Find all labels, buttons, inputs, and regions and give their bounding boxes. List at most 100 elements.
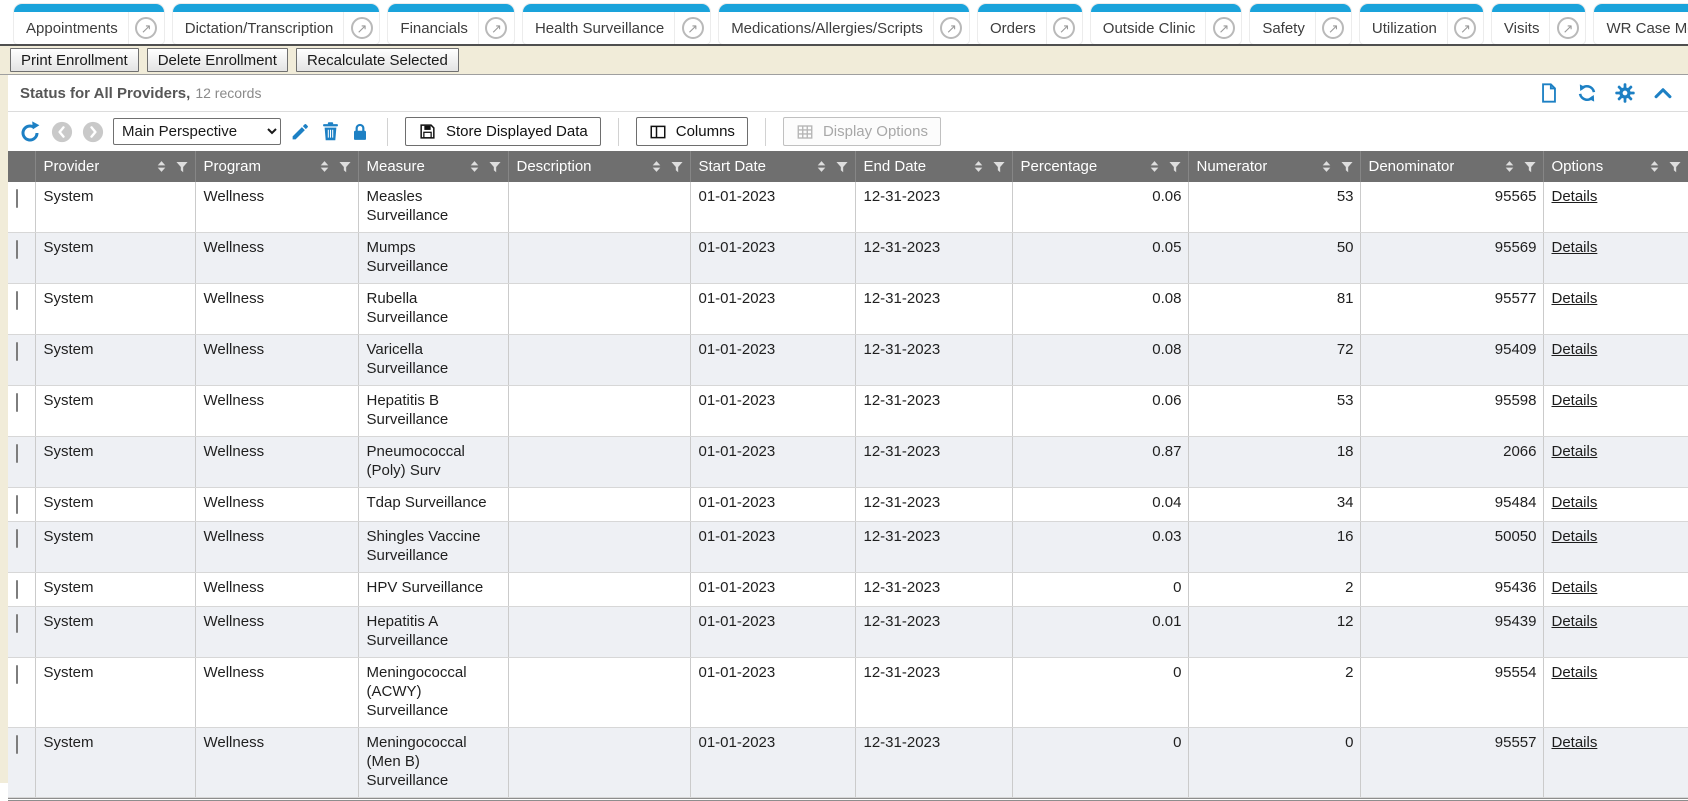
tab-label: Appointments	[14, 20, 128, 37]
filter-icon[interactable]	[338, 160, 352, 174]
sort-icon[interactable]	[1148, 160, 1161, 173]
column-header-percentage[interactable]: Percentage	[1012, 151, 1188, 182]
columns-button[interactable]: Columns	[636, 117, 748, 146]
tab-visits[interactable]: Visits ↗	[1492, 4, 1586, 44]
details-link[interactable]: Details	[1552, 290, 1598, 307]
sort-icon[interactable]	[1320, 160, 1333, 173]
column-header-start-date[interactable]: Start Date	[690, 151, 855, 182]
row-checkbox[interactable]	[16, 393, 18, 412]
sort-icon[interactable]	[1503, 160, 1516, 173]
sort-icon[interactable]	[650, 160, 663, 173]
edit-perspective-icon[interactable]	[290, 121, 311, 142]
column-header-numerator[interactable]: Numerator	[1188, 151, 1360, 182]
tab-safety[interactable]: Safety ↗	[1250, 4, 1351, 44]
store-displayed-data-button[interactable]: Store Displayed Data	[405, 117, 601, 146]
recalculate-selected-button[interactable]: Recalculate Selected	[296, 48, 459, 72]
tab-accent-strip	[1594, 4, 1688, 12]
denominator-cell: 95577	[1360, 284, 1543, 335]
sort-icon[interactable]	[1648, 160, 1661, 173]
provider-cell: System	[35, 437, 195, 488]
tab-utilization[interactable]: Utilization ↗	[1360, 4, 1483, 44]
column-header-options[interactable]: Options	[1543, 151, 1688, 182]
tab-outside-clinic[interactable]: Outside Clinic ↗	[1091, 4, 1242, 44]
tab-orders[interactable]: Orders ↗	[978, 4, 1082, 44]
filter-icon[interactable]	[1340, 160, 1354, 174]
launch-icon[interactable]: ↗	[343, 12, 379, 44]
details-link[interactable]: Details	[1552, 188, 1598, 205]
collapse-up-icon[interactable]	[1652, 82, 1674, 104]
launch-icon[interactable]: ↗	[1447, 12, 1483, 44]
sort-icon[interactable]	[815, 160, 828, 173]
filter-icon[interactable]	[1523, 160, 1537, 174]
column-header-description[interactable]: Description	[508, 151, 690, 182]
delete-perspective-icon[interactable]	[320, 121, 341, 142]
undo-icon[interactable]	[18, 120, 42, 144]
refresh-icon[interactable]	[1576, 82, 1598, 104]
details-link[interactable]: Details	[1552, 239, 1598, 256]
details-link[interactable]: Details	[1552, 734, 1598, 751]
sort-icon[interactable]	[318, 160, 331, 173]
column-header-denominator[interactable]: Denominator	[1360, 151, 1543, 182]
details-link[interactable]: Details	[1552, 341, 1598, 358]
row-checkbox[interactable]	[16, 444, 18, 463]
row-checkbox[interactable]	[16, 665, 18, 684]
perspective-select[interactable]: Main Perspective	[113, 118, 281, 145]
launch-icon[interactable]: ↗	[1046, 12, 1082, 44]
gear-icon[interactable]	[1614, 82, 1636, 104]
filter-icon[interactable]	[670, 160, 684, 174]
filter-icon[interactable]	[488, 160, 502, 174]
row-checkbox[interactable]	[16, 614, 18, 633]
filter-icon[interactable]	[175, 160, 189, 174]
filter-icon[interactable]	[1168, 160, 1182, 174]
details-link[interactable]: Details	[1552, 392, 1598, 409]
details-link[interactable]: Details	[1552, 613, 1598, 630]
launch-icon[interactable]: ↗	[1315, 12, 1351, 44]
denominator-cell: 95598	[1360, 386, 1543, 437]
launch-icon[interactable]: ↗	[674, 12, 710, 44]
details-link[interactable]: Details	[1552, 494, 1598, 511]
launch-icon[interactable]: ↗	[478, 12, 514, 44]
row-checkbox[interactable]	[16, 580, 18, 599]
lock-perspective-icon[interactable]	[350, 122, 370, 142]
new-document-icon[interactable]	[1538, 82, 1560, 104]
sort-icon[interactable]	[468, 160, 481, 173]
details-link[interactable]: Details	[1552, 664, 1598, 681]
denominator-cell: 95409	[1360, 335, 1543, 386]
delete-enrollment-button[interactable]: Delete Enrollment	[147, 48, 288, 72]
row-checkbox[interactable]	[16, 291, 18, 310]
filter-icon[interactable]	[1668, 160, 1682, 174]
row-checkbox[interactable]	[16, 189, 18, 208]
tab-medications-allergies-scripts[interactable]: Medications/Allergies/Scripts ↗	[719, 4, 969, 44]
launch-icon[interactable]: ↗	[1205, 12, 1241, 44]
launch-icon[interactable]: ↗	[1549, 12, 1585, 44]
tab-dictation-transcription[interactable]: Dictation/Transcription ↗	[173, 4, 380, 44]
column-header-end-date[interactable]: End Date	[855, 151, 1012, 182]
percentage-cell: 0.01	[1012, 607, 1188, 658]
tab-appointments[interactable]: Appointments ↗	[14, 4, 164, 44]
column-header-provider[interactable]: Provider	[35, 151, 195, 182]
tab-health-surveillance[interactable]: Health Surveillance ↗	[523, 4, 710, 44]
nav-forward-icon[interactable]	[82, 121, 104, 143]
launch-icon[interactable]: ↗	[128, 12, 164, 44]
filter-icon[interactable]	[835, 160, 849, 174]
end-date-cell: 12-31-2023	[855, 658, 1012, 728]
row-checkbox[interactable]	[16, 735, 18, 754]
sort-icon[interactable]	[155, 160, 168, 173]
row-checkbox[interactable]	[16, 529, 18, 548]
row-checkbox[interactable]	[16, 495, 18, 514]
program-cell: Wellness	[195, 728, 358, 798]
tab-wr-case-mgmt[interactable]: WR Case Mgmt ↗	[1594, 4, 1688, 44]
column-header-program[interactable]: Program	[195, 151, 358, 182]
details-link[interactable]: Details	[1552, 579, 1598, 596]
filter-icon[interactable]	[992, 160, 1006, 174]
print-enrollment-button[interactable]: Print Enrollment	[10, 48, 139, 72]
row-checkbox[interactable]	[16, 240, 18, 259]
details-link[interactable]: Details	[1552, 443, 1598, 460]
row-checkbox[interactable]	[16, 342, 18, 361]
tab-financials[interactable]: Financials ↗	[388, 4, 514, 44]
column-header-measure[interactable]: Measure	[358, 151, 508, 182]
nav-back-icon[interactable]	[51, 121, 73, 143]
sort-icon[interactable]	[972, 160, 985, 173]
details-link[interactable]: Details	[1552, 528, 1598, 545]
launch-icon[interactable]: ↗	[933, 12, 969, 44]
